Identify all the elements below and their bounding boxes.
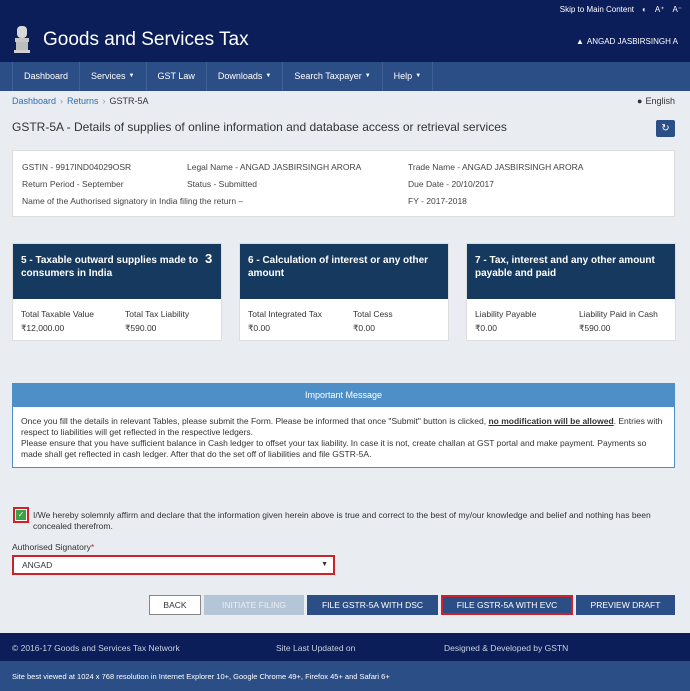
tile-title: 6 - Calculation of interest or any other…	[248, 255, 429, 279]
caret-down-icon: ▼	[128, 73, 135, 79]
nav-dashboard[interactable]: Dashboard	[12, 62, 81, 91]
tile-header: 7 - Tax, interest and any other amount p…	[467, 244, 675, 299]
nav-label: Downloads	[217, 71, 263, 81]
national-emblem-icon	[14, 26, 30, 53]
due-date: Due Date - 20/10/2017	[408, 179, 495, 189]
tile-value: ₹590.00	[125, 323, 157, 333]
breadcrumb-dashboard[interactable]: Dashboard	[12, 96, 56, 106]
checkmark-icon: ✓	[16, 510, 26, 520]
important-message: Important Message Once you fill the deta…	[12, 383, 675, 468]
skip-to-main-link[interactable]: Skip to Main Content	[560, 5, 634, 14]
preview-draft-button[interactable]: PREVIEW DRAFT	[576, 595, 675, 615]
footer: © 2016-17 Goods and Services Tax Network…	[0, 633, 690, 661]
refresh-icon: ↻	[661, 123, 670, 134]
user-name: ANGAD JASBIRSINGH A	[586, 37, 678, 46]
gstin: GSTIN - 9917IND04029OSR	[22, 162, 132, 172]
user-icon: ▲	[575, 37, 584, 46]
message-body: Once you fill the details in relevant Ta…	[13, 407, 674, 460]
nav-label: Search Taxpayer	[294, 71, 362, 81]
breadcrumb-separator: ›	[60, 96, 64, 106]
message-text: Once you fill the details in relevant Ta…	[21, 416, 489, 426]
breadcrumb-returns[interactable]: Returns	[67, 96, 99, 106]
page-title: GSTR-5A - Details of supplies of online …	[12, 120, 507, 134]
signatory-selected-value: ANGAD	[22, 560, 53, 570]
globe-icon: ●	[637, 96, 643, 106]
caret-down-icon: ▼	[364, 73, 371, 79]
message-title: Important Message	[13, 384, 674, 407]
top-utility-bar: Skip to Main Content ◐ A⁺ A⁻	[0, 0, 690, 20]
legal-name: Legal Name - ANGAD JASBIRSINGH ARORA	[187, 162, 362, 172]
site-title[interactable]: Goods and Services Tax	[43, 29, 249, 51]
nav-downloads[interactable]: Downloads ▼	[207, 62, 284, 91]
tile-label: Total Taxable Value	[21, 309, 94, 319]
signatory-label-text: Authorised Signatory	[12, 542, 91, 552]
contrast-icon[interactable]: ◐	[642, 5, 647, 14]
tile-value: ₹0.00	[248, 323, 270, 333]
tile-label: Liability Paid in Cash	[579, 309, 658, 319]
tile-badge: 3	[205, 251, 213, 266]
nav-label: Services	[91, 71, 126, 81]
initiate-filing-button[interactable]: INITIATE FILING	[204, 595, 304, 615]
tile-label: Total Tax Liability	[125, 309, 190, 319]
nav-label: Help	[393, 71, 413, 81]
message-text: Please ensure that you have sufficient b…	[21, 438, 647, 459]
signatory-label: Authorised Signatory*	[12, 542, 94, 552]
signatory-name: Name of the Authorised signatory in Indi…	[22, 196, 244, 206]
nav-label: Dashboard	[24, 71, 69, 81]
trade-name: Trade Name - ANGAD JASBIRSINGH ARORA	[408, 162, 584, 172]
language-label: English	[645, 96, 675, 106]
language-selector[interactable]: ● English	[637, 96, 675, 106]
return-info-card: GSTIN - 9917IND04029OSR Legal Name - ANG…	[12, 150, 675, 217]
financial-year: FY - 2017-2018	[408, 196, 467, 206]
font-decrease-button[interactable]: A⁻	[672, 5, 682, 14]
required-asterisk: *	[90, 542, 95, 552]
breadcrumb: Dashboard › Returns › GSTR-5A	[12, 96, 149, 106]
footer-best-viewed: Site best viewed at 1024 x 768 resolutio…	[0, 661, 690, 691]
file-with-evc-button[interactable]: FILE GSTR-5A WITH EVC	[441, 595, 573, 615]
tile-value: ₹0.00	[475, 323, 497, 333]
tile-title: 7 - Tax, interest and any other amount p…	[475, 255, 655, 279]
nav-services[interactable]: Services ▼	[80, 62, 147, 91]
tile-header: 6 - Calculation of interest or any other…	[240, 244, 448, 299]
main-nav: Dashboard Services ▼ GST Law Downloads ▼ S…	[0, 62, 690, 91]
message-emphasis: no modification will be allowed	[488, 416, 614, 426]
caret-down-icon: ▼	[415, 73, 422, 79]
status: Status - Submitted	[187, 179, 257, 189]
footer-last-updated: Site Last Updated on	[276, 643, 356, 653]
caret-down-icon: ▼	[265, 73, 272, 79]
nav-help[interactable]: Help ▼	[383, 62, 434, 91]
tile-value: ₹12,000.00	[21, 323, 65, 333]
footer-developed-by: Designed & Developed by GSTN	[444, 643, 569, 653]
breadcrumb-current: GSTR-5A	[109, 96, 149, 106]
refresh-button[interactable]: ↻	[656, 120, 675, 137]
footer-copyright: © 2016-17 Goods and Services Tax Network	[12, 643, 180, 653]
file-with-dsc-button[interactable]: FILE GSTR-5A WITH DSC	[307, 595, 438, 615]
tile-label: Total Integrated Tax	[248, 309, 323, 319]
tile-table-5[interactable]: 5 - Taxable outward supplies made to con…	[12, 243, 222, 341]
tile-label: Liability Payable	[475, 309, 537, 319]
nav-label: GST Law	[157, 71, 195, 81]
signatory-select[interactable]: ANGAD ▼	[12, 555, 335, 575]
site-header: Goods and Services Tax ▲ ANGAD JASBIRSIN…	[0, 20, 690, 62]
dropdown-arrow-icon: ▼	[321, 561, 328, 568]
tile-table-7[interactable]: 7 - Tax, interest and any other amount p…	[466, 243, 676, 341]
tile-title: 5 - Taxable outward supplies made to con…	[21, 255, 199, 279]
tile-value: ₹0.00	[353, 323, 375, 333]
tile-header: 5 - Taxable outward supplies made to con…	[13, 244, 221, 299]
user-menu[interactable]: ▲ ANGAD JASBIRSINGH A	[576, 37, 678, 46]
back-button[interactable]: BACK	[149, 595, 201, 615]
tile-table-6[interactable]: 6 - Calculation of interest or any other…	[239, 243, 449, 341]
nav-search-taxpayer[interactable]: Search Taxpayer ▼	[283, 62, 383, 91]
tile-label: Total Cess	[353, 309, 393, 319]
declaration-text: I/We hereby solemnly affirm and declare …	[33, 510, 651, 531]
declaration-checkbox[interactable]: ✓	[13, 507, 29, 523]
nav-gst-law[interactable]: GST Law	[147, 62, 207, 91]
return-period: Return Period - September	[22, 179, 124, 189]
font-increase-button[interactable]: A⁺	[655, 5, 665, 14]
tile-value: ₹590.00	[579, 323, 611, 333]
breadcrumb-separator: ›	[102, 96, 106, 106]
